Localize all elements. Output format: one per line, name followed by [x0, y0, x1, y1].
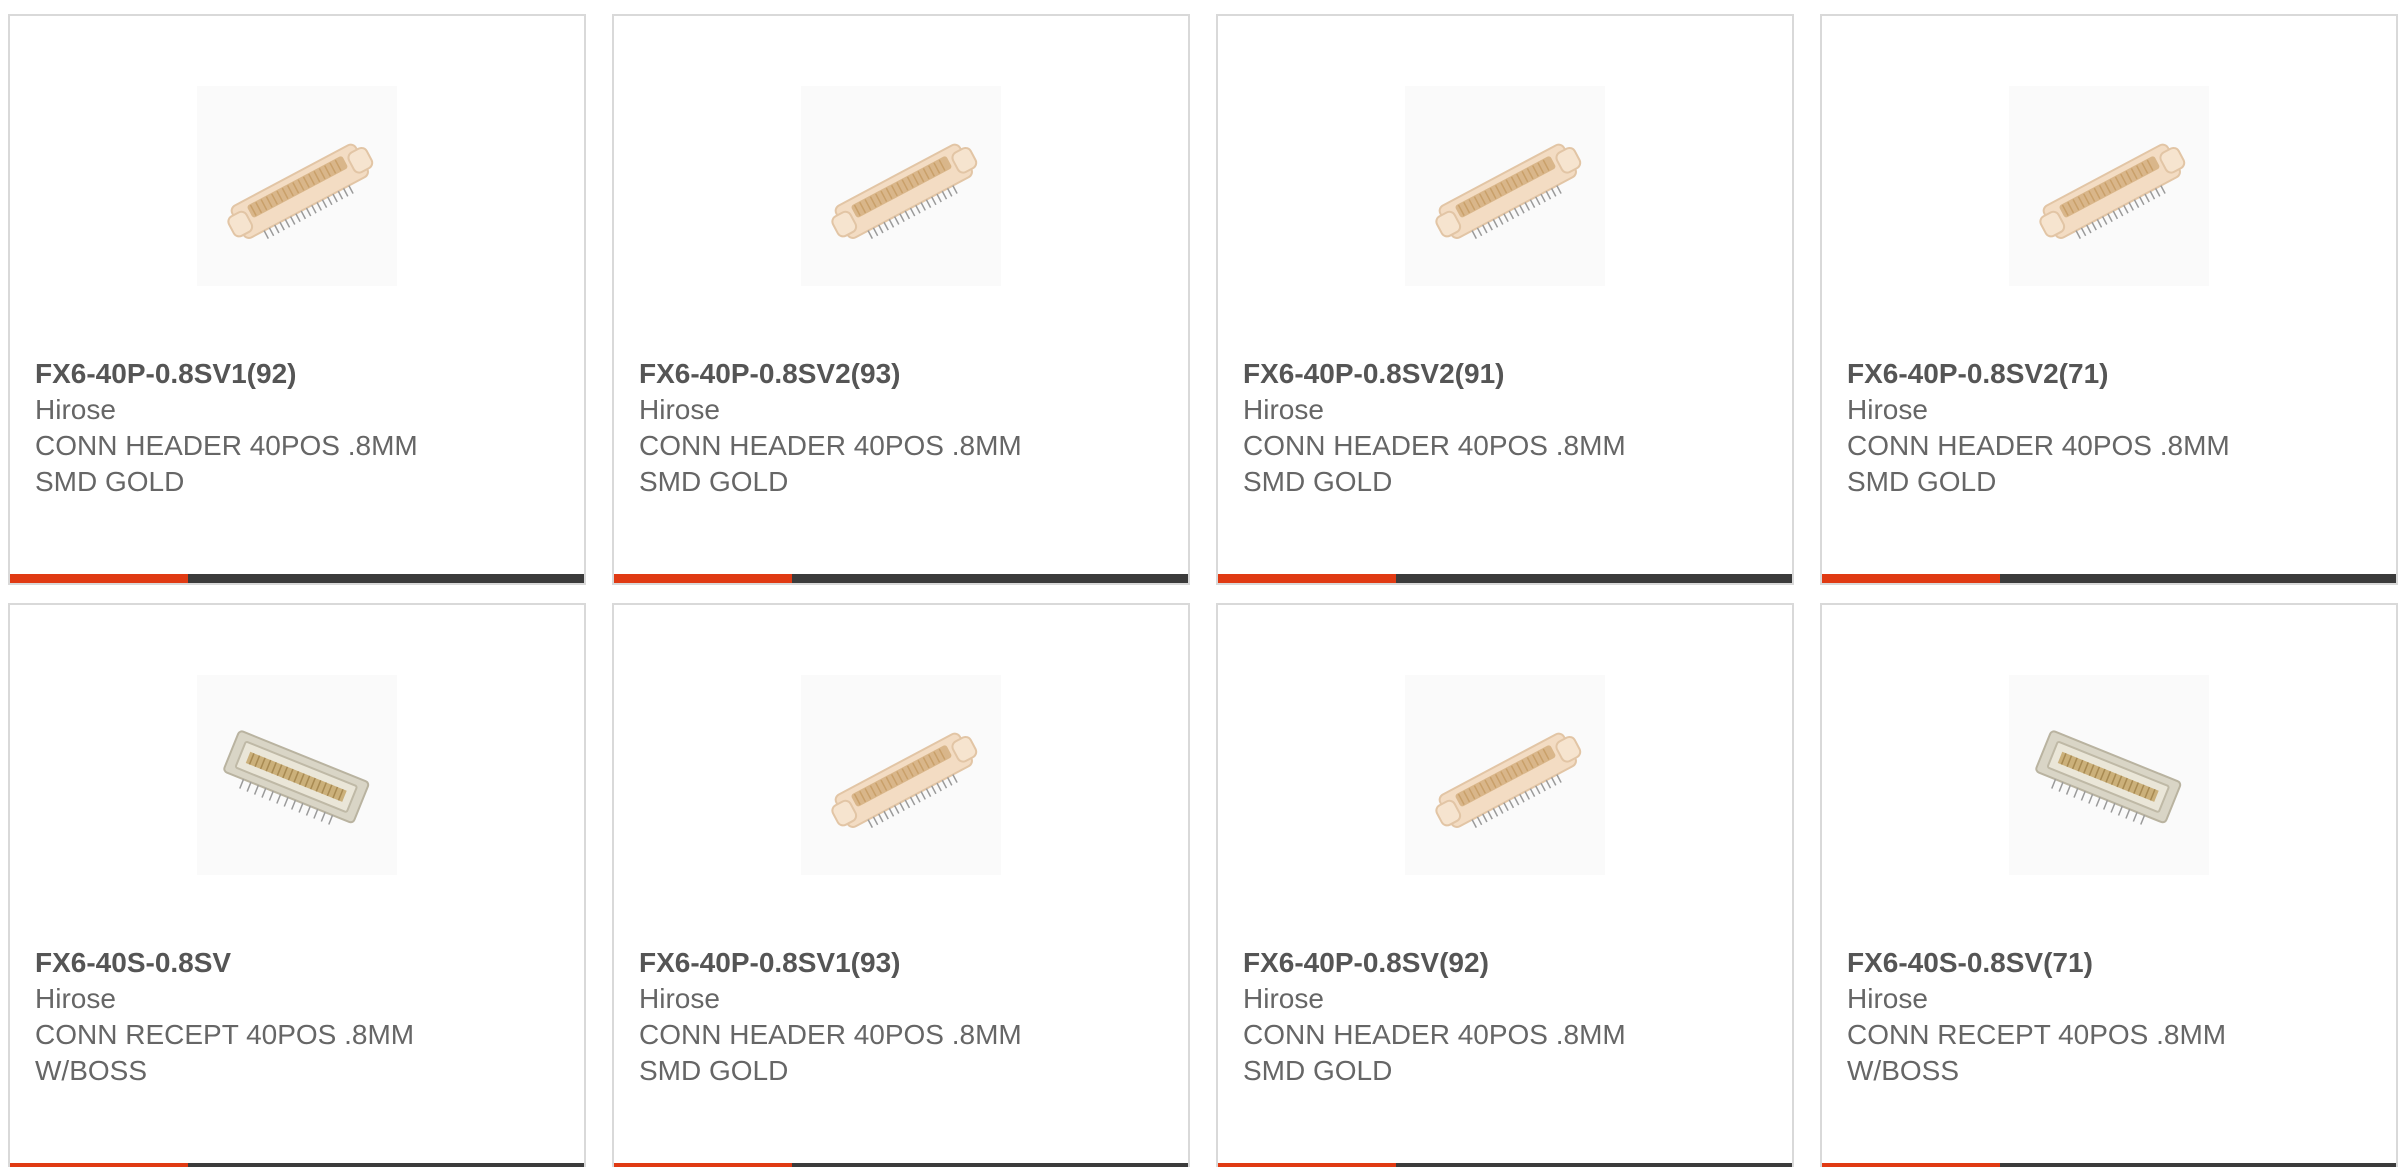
card-progress-fill [614, 1163, 792, 1167]
header-connector-icon[interactable] [1405, 675, 1605, 875]
header-connector-icon[interactable] [197, 86, 397, 286]
product-card[interactable]: FX6-40S-0.8SV Hirose CONN RECEPT 40POS .… [8, 603, 586, 1167]
product-info: FX6-40P-0.8SV2(93) Hirose CONN HEADER 40… [639, 356, 1168, 500]
product-info: FX6-40P-0.8SV(92) Hirose CONN HEADER 40P… [1243, 945, 1772, 1089]
card-progress-fill [1218, 1163, 1396, 1167]
part-number-link[interactable]: FX6-40S-0.8SV [35, 945, 564, 981]
card-progress-bar [10, 574, 584, 583]
product-card[interactable]: FX6-40P-0.8SV1(93) Hirose CONN HEADER 40… [612, 603, 1190, 1167]
card-progress-bar [10, 1163, 584, 1167]
product-grid: FX6-40P-0.8SV1(92) Hirose CONN HEADER 40… [0, 0, 2400, 1167]
manufacturer: Hirose [639, 394, 720, 425]
product-card[interactable]: FX6-40P-0.8SV(92) Hirose CONN HEADER 40P… [1216, 603, 1794, 1167]
card-progress-fill [10, 1163, 188, 1167]
part-number-link[interactable]: FX6-40S-0.8SV(71) [1847, 945, 2376, 981]
header-connector-icon[interactable] [2009, 86, 2209, 286]
card-progress-fill [1822, 1163, 2000, 1167]
card-progress-fill [1822, 574, 2000, 583]
card-progress-fill [1218, 574, 1396, 583]
manufacturer: Hirose [1847, 394, 1928, 425]
product-info: FX6-40S-0.8SV Hirose CONN RECEPT 40POS .… [35, 945, 564, 1089]
header-connector-icon[interactable] [801, 86, 1001, 286]
product-card[interactable]: FX6-40P-0.8SV2(91) Hirose CONN HEADER 40… [1216, 14, 1794, 585]
card-progress-bar [1822, 1163, 2396, 1167]
part-number-link[interactable]: FX6-40P-0.8SV2(91) [1243, 356, 1772, 392]
product-description: CONN RECEPT 40POS .8MM W/BOSS [35, 1019, 415, 1086]
card-progress-bar [1822, 574, 2396, 583]
part-number-link[interactable]: FX6-40P-0.8SV(92) [1243, 945, 1772, 981]
product-description: CONN HEADER 40POS .8MM SMD GOLD [1847, 430, 2230, 497]
part-number-link[interactable]: FX6-40P-0.8SV1(92) [35, 356, 564, 392]
product-description: CONN HEADER 40POS .8MM SMD GOLD [639, 430, 1022, 497]
header-connector-icon[interactable] [1405, 86, 1605, 286]
product-card[interactable]: FX6-40P-0.8SV1(92) Hirose CONN HEADER 40… [8, 14, 586, 585]
card-progress-bar [1218, 1163, 1792, 1167]
product-description: CONN HEADER 40POS .8MM SMD GOLD [1243, 430, 1626, 497]
product-card[interactable]: FX6-40S-0.8SV(71) Hirose CONN RECEPT 40P… [1820, 603, 2398, 1167]
product-info: FX6-40S-0.8SV(71) Hirose CONN RECEPT 40P… [1847, 945, 2376, 1089]
part-number-link[interactable]: FX6-40P-0.8SV1(93) [639, 945, 1168, 981]
product-info: FX6-40P-0.8SV1(92) Hirose CONN HEADER 40… [35, 356, 564, 500]
card-progress-bar [614, 574, 1188, 583]
card-progress-bar [614, 1163, 1188, 1167]
card-progress-fill [10, 574, 188, 583]
manufacturer: Hirose [35, 983, 116, 1014]
product-info: FX6-40P-0.8SV2(91) Hirose CONN HEADER 40… [1243, 356, 1772, 500]
manufacturer: Hirose [1243, 394, 1324, 425]
product-description: CONN HEADER 40POS .8MM SMD GOLD [639, 1019, 1022, 1086]
manufacturer: Hirose [1243, 983, 1324, 1014]
manufacturer: Hirose [35, 394, 116, 425]
card-progress-bar [1218, 574, 1792, 583]
product-info: FX6-40P-0.8SV1(93) Hirose CONN HEADER 40… [639, 945, 1168, 1089]
product-description: CONN HEADER 40POS .8MM SMD GOLD [35, 430, 418, 497]
product-card[interactable]: FX6-40P-0.8SV2(71) Hirose CONN HEADER 40… [1820, 14, 2398, 585]
receptacle-connector-icon[interactable] [2009, 675, 2209, 875]
receptacle-connector-icon[interactable] [197, 675, 397, 875]
product-description: CONN RECEPT 40POS .8MM W/BOSS [1847, 1019, 2227, 1086]
product-info: FX6-40P-0.8SV2(71) Hirose CONN HEADER 40… [1847, 356, 2376, 500]
header-connector-icon[interactable] [801, 675, 1001, 875]
manufacturer: Hirose [1847, 983, 1928, 1014]
product-card[interactable]: FX6-40P-0.8SV2(93) Hirose CONN HEADER 40… [612, 14, 1190, 585]
product-description: CONN HEADER 40POS .8MM SMD GOLD [1243, 1019, 1626, 1086]
part-number-link[interactable]: FX6-40P-0.8SV2(71) [1847, 356, 2376, 392]
manufacturer: Hirose [639, 983, 720, 1014]
card-progress-fill [614, 574, 792, 583]
part-number-link[interactable]: FX6-40P-0.8SV2(93) [639, 356, 1168, 392]
